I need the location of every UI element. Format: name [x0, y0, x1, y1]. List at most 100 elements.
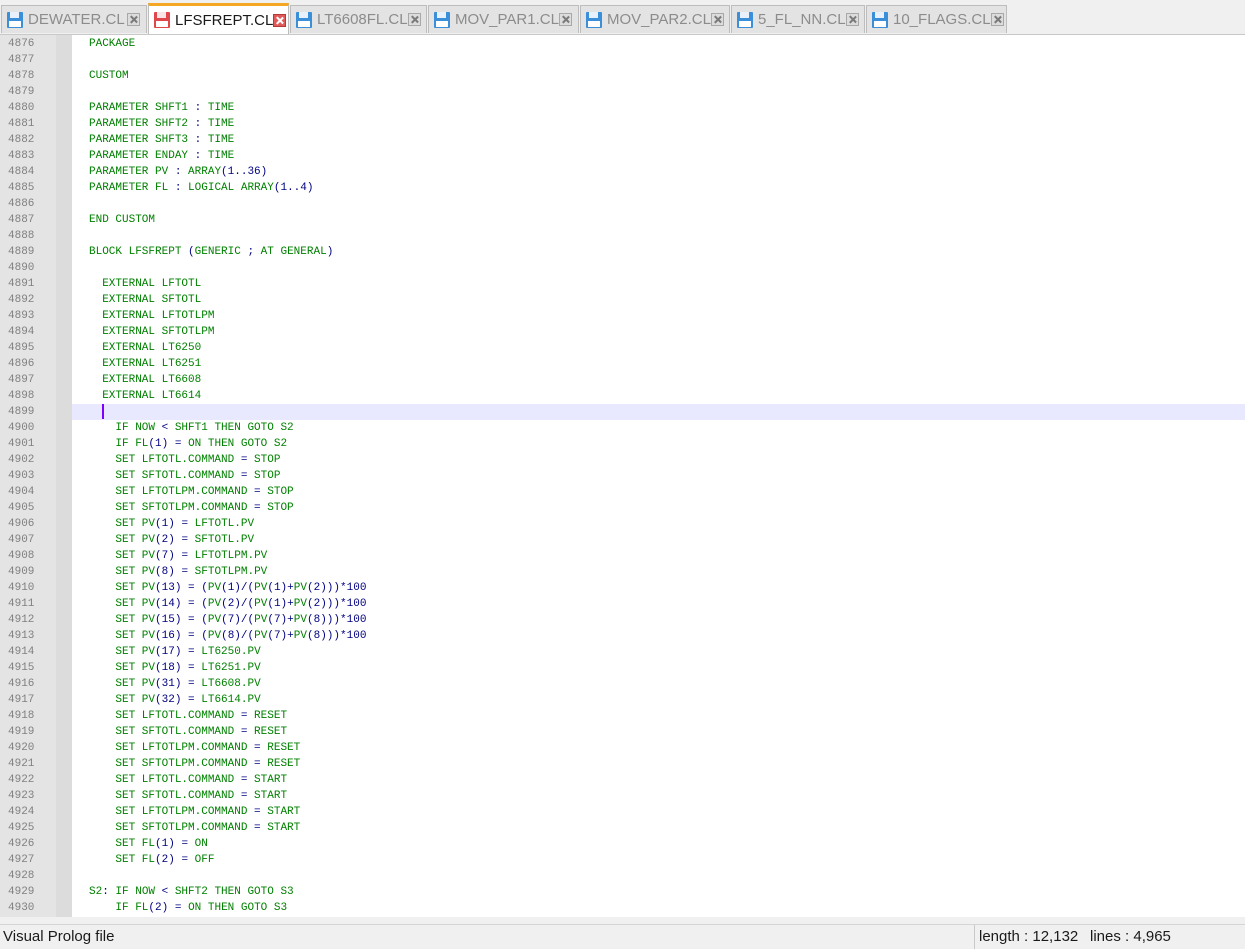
tab-mov-par2[interactable]: MOV_PAR2.CL — [580, 5, 730, 33]
code-line[interactable]: 4897 EXTERNAL LT6608 — [0, 372, 1245, 388]
close-icon[interactable] — [559, 13, 572, 26]
code-text[interactable]: EXTERNAL LFTOTLPM — [89, 308, 214, 324]
code-text[interactable]: IF FL(1) = ON THEN GOTO S2 — [89, 436, 287, 452]
close-icon[interactable] — [407, 13, 421, 26]
code-text[interactable]: EXTERNAL LT6614 — [89, 388, 201, 404]
code-text[interactable]: SET SFTOTLPM.COMMAND = RESET — [89, 756, 300, 772]
code-text[interactable]: PARAMETER FL : LOGICAL ARRAY(1..4) — [89, 180, 313, 196]
code-line[interactable]: 4888 — [0, 228, 1245, 244]
code-text[interactable]: IF FL(2) = ON THEN GOTO S3 — [89, 900, 287, 916]
code-text[interactable]: IF NOW < SHFT1 THEN GOTO S2 — [89, 420, 293, 436]
close-icon[interactable] — [273, 13, 287, 27]
code-line[interactable]: 4908 SET PV(7) = LFTOTLPM.PV — [0, 548, 1245, 564]
code-line[interactable]: 4896 EXTERNAL LT6251 — [0, 356, 1245, 372]
code-line[interactable]: 4912 SET PV(15) = (PV(7)/(PV(7)+PV(8)))*… — [0, 612, 1245, 628]
code-line[interactable]: 4898 EXTERNAL LT6614 — [0, 388, 1245, 404]
code-line[interactable]: 4890 — [0, 260, 1245, 276]
code-line[interactable]: 4919 SET SFTOTL.COMMAND = RESET — [0, 724, 1245, 740]
code-line[interactable]: 4924 SET LFTOTLPM.COMMAND = START — [0, 804, 1245, 820]
code-line[interactable]: 4901 IF FL(1) = ON THEN GOTO S2 — [0, 436, 1245, 452]
code-text[interactable]: BLOCK LFSFREPT (GENERIC ; AT GENERAL) — [89, 244, 333, 260]
code-text[interactable]: EXTERNAL SFTOTL — [89, 292, 201, 308]
code-text[interactable]: SET PV(2) = SFTOTL.PV — [89, 532, 254, 548]
code-text[interactable]: PARAMETER SHFT3 : TIME — [89, 132, 234, 148]
code-text[interactable]: SET PV(17) = LT6250.PV — [89, 644, 260, 660]
code-line[interactable]: 4921 SET SFTOTLPM.COMMAND = RESET — [0, 756, 1245, 772]
code-line[interactable]: 4925 SET SFTOTLPM.COMMAND = START — [0, 820, 1245, 836]
code-line[interactable]: 4895 EXTERNAL LT6250 — [0, 340, 1245, 356]
code-text[interactable]: SET PV(16) = (PV(8)/(PV(7)+PV(8)))*100 — [89, 628, 366, 644]
code-text[interactable]: SET SFTOTL.COMMAND = START — [89, 788, 287, 804]
code-line[interactable]: 4884 PARAMETER PV : ARRAY(1..36) — [0, 164, 1245, 180]
code-editor[interactable]: 4876 PACKAGE 4877 4878 CUSTOM 4879 4880 PARAMET… — [0, 35, 1245, 917]
code-line[interactable]: 4918 SET LFTOTL.COMMAND = RESET — [0, 708, 1245, 724]
code-line[interactable]: 4914 SET PV(17) = LT6250.PV — [0, 644, 1245, 660]
code-line[interactable]: 4909 SET PV(8) = SFTOTLPM.PV — [0, 564, 1245, 580]
code-line[interactable]: 4913 SET PV(16) = (PV(8)/(PV(7)+PV(8)))*… — [0, 628, 1245, 644]
code-text[interactable]: SET PV(14) = (PV(2)/(PV(1)+PV(2)))*100 — [89, 596, 366, 612]
code-text[interactable]: SET SFTOTLPM.COMMAND = START — [89, 820, 300, 836]
code-line[interactable]: 4894 EXTERNAL SFTOTLPM — [0, 324, 1245, 340]
code-text[interactable]: SET SFTOTLPM.COMMAND = STOP — [89, 500, 293, 516]
code-text[interactable]: SET FL(1) = ON — [89, 836, 207, 852]
code-line[interactable]: 4883 PARAMETER ENDAY : TIME — [0, 148, 1245, 164]
code-line[interactable]: 4920 SET LFTOTLPM.COMMAND = RESET — [0, 740, 1245, 756]
code-line[interactable]: 4876 PACKAGE — [0, 36, 1245, 52]
code-line[interactable]: 4891 EXTERNAL LFTOTL — [0, 276, 1245, 292]
code-line[interactable]: 4880 PARAMETER SHFT1 : TIME — [0, 100, 1245, 116]
code-text[interactable]: CUSTOM — [89, 68, 129, 84]
code-line[interactable]: 4905 SET SFTOTLPM.COMMAND = STOP — [0, 500, 1245, 516]
code-line[interactable]: 4923 SET SFTOTL.COMMAND = START — [0, 788, 1245, 804]
tab-mov-par1[interactable]: MOV_PAR1.CL — [428, 5, 579, 33]
code-text[interactable]: SET PV(8) = SFTOTLPM.PV — [89, 564, 267, 580]
code-text[interactable]: SET LFTOTLPM.COMMAND = START — [89, 804, 300, 820]
code-text[interactable]: SET LFTOTL.COMMAND = START — [89, 772, 287, 788]
code-line[interactable]: 4892 EXTERNAL SFTOTL — [0, 292, 1245, 308]
code-line[interactable]: 4899 — [0, 404, 1245, 420]
code-line[interactable]: 4877 — [0, 52, 1245, 68]
code-text[interactable]: PARAMETER SHFT1 : TIME — [89, 100, 234, 116]
code-text[interactable]: SET PV(32) = LT6614.PV — [89, 692, 260, 708]
close-icon[interactable] — [127, 13, 140, 26]
code-line[interactable]: 4885 PARAMETER FL : LOGICAL ARRAY(1..4) — [0, 180, 1245, 196]
code-line[interactable]: 4916 SET PV(31) = LT6608.PV — [0, 676, 1245, 692]
code-text[interactable]: EXTERNAL SFTOTLPM — [89, 324, 214, 340]
code-text[interactable]: SET PV(1) = LFTOTL.PV — [89, 516, 254, 532]
close-icon[interactable] — [990, 13, 1004, 26]
close-icon[interactable] — [845, 13, 859, 26]
code-line[interactable]: 4887 END CUSTOM — [0, 212, 1245, 228]
tab-lt6608fl[interactable]: LT6608FL.CL — [290, 5, 427, 33]
code-text[interactable]: EXTERNAL LT6608 — [89, 372, 201, 388]
code-line[interactable]: 4927 SET FL(2) = OFF — [0, 852, 1245, 868]
code-line[interactable]: 4910 SET PV(13) = (PV(1)/(PV(1)+PV(2)))*… — [0, 580, 1245, 596]
code-text[interactable]: EXTERNAL LFTOTL — [89, 276, 201, 292]
code-line[interactable]: 4902 SET LFTOTL.COMMAND = STOP — [0, 452, 1245, 468]
code-text[interactable]: PARAMETER SHFT2 : TIME — [89, 116, 234, 132]
code-line[interactable]: 4903 SET SFTOTL.COMMAND = STOP — [0, 468, 1245, 484]
code-text[interactable]: SET FL(2) = OFF — [89, 852, 214, 868]
code-line[interactable]: 4922 SET LFTOTL.COMMAND = START — [0, 772, 1245, 788]
code-text[interactable]: SET PV(13) = (PV(1)/(PV(1)+PV(2)))*100 — [89, 580, 366, 596]
code-text[interactable]: SET SFTOTL.COMMAND = STOP — [89, 468, 280, 484]
code-line[interactable]: 4907 SET PV(2) = SFTOTL.PV — [0, 532, 1245, 548]
code-text[interactable]: EXTERNAL LT6251 — [89, 356, 201, 372]
code-line[interactable]: 4886 — [0, 196, 1245, 212]
code-line[interactable]: 4917 SET PV(32) = LT6614.PV — [0, 692, 1245, 708]
code-text[interactable]: SET LFTOTLPM.COMMAND = STOP — [89, 484, 293, 500]
code-text[interactable]: SET PV(7) = LFTOTLPM.PV — [89, 548, 267, 564]
code-text[interactable]: EXTERNAL LT6250 — [89, 340, 201, 356]
code-line[interactable]: 4900 IF NOW < SHFT1 THEN GOTO S2 — [0, 420, 1245, 436]
code-text[interactable]: SET LFTOTL.COMMAND = RESET — [89, 708, 287, 724]
code-line[interactable]: 4882 PARAMETER SHFT3 : TIME — [0, 132, 1245, 148]
code-line[interactable]: 4915 SET PV(18) = LT6251.PV — [0, 660, 1245, 676]
code-line[interactable]: 4911 SET PV(14) = (PV(2)/(PV(1)+PV(2)))*… — [0, 596, 1245, 612]
code-line[interactable]: 4889 BLOCK LFSFREPT (GENERIC ; AT GENERAL… — [0, 244, 1245, 260]
code-text[interactable]: SET PV(15) = (PV(7)/(PV(7)+PV(8)))*100 — [89, 612, 366, 628]
code-line[interactable]: 4930 IF FL(2) = ON THEN GOTO S3 — [0, 900, 1245, 916]
code-text[interactable]: SET LFTOTLPM.COMMAND = RESET — [89, 740, 300, 756]
code-text[interactable]: PARAMETER PV : ARRAY(1..36) — [89, 164, 267, 180]
code-text[interactable]: SET PV(18) = LT6251.PV — [89, 660, 260, 676]
code-text[interactable]: SET LFTOTL.COMMAND = STOP — [89, 452, 280, 468]
code-line[interactable]: 4906 SET PV(1) = LFTOTL.PV — [0, 516, 1245, 532]
code-text[interactable]: PACKAGE — [89, 36, 135, 52]
